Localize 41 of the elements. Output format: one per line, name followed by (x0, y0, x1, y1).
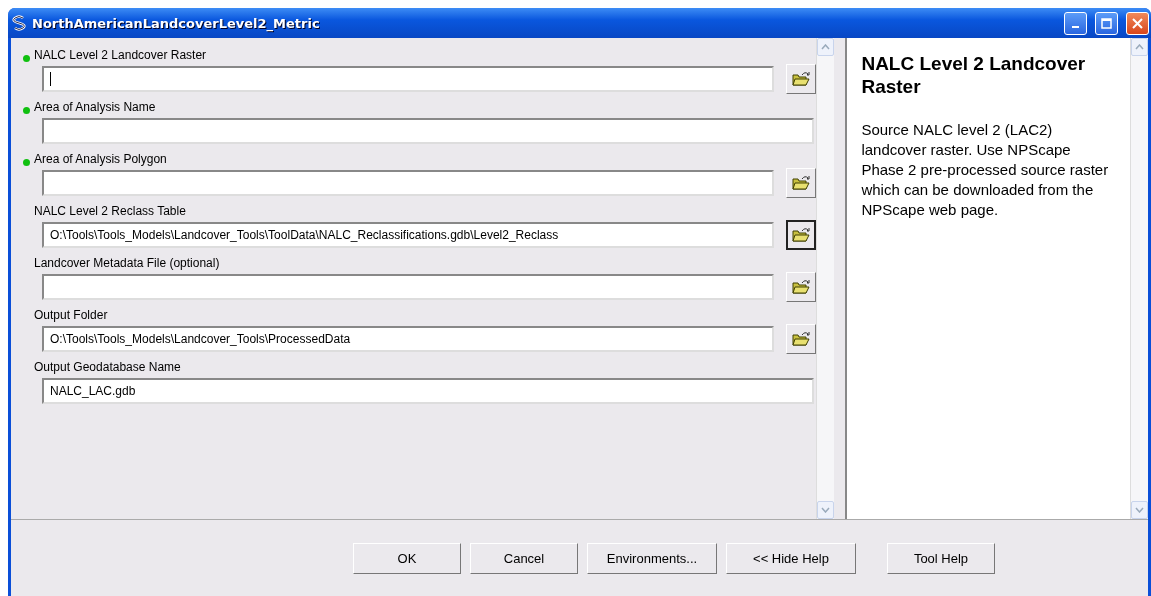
window-title: NorthAmericanLandcoverLevel2_Metric (32, 15, 321, 31)
scrollbar[interactable] (1130, 38, 1148, 519)
scroll-down-icon[interactable] (821, 507, 830, 513)
browse-button[interactable] (786, 220, 816, 250)
parameter-field[interactable] (42, 274, 774, 300)
tool-icon (12, 15, 26, 31)
dialog-button[interactable]: Environments... (587, 542, 717, 574)
dialog-button[interactable]: OK (353, 542, 461, 574)
close-button[interactable] (1126, 11, 1149, 35)
parameter-field[interactable]: O:\Tools\Tools_Models\Landcover_Tools\ProcessedData (42, 326, 774, 352)
folder-icon (792, 175, 810, 191)
folder-icon (792, 71, 810, 87)
scroll-up-icon[interactable] (821, 44, 830, 50)
parameter-label: Area of Analysis Polygon (34, 152, 167, 166)
scrollbar[interactable] (816, 38, 834, 519)
parameter-label: Output Geodatabase Name (34, 360, 181, 374)
minimize-button[interactable] (1064, 11, 1087, 35)
parameter-label: NALC Level 2 Reclass Table (34, 204, 186, 218)
folder-icon (792, 227, 810, 243)
dialog-button[interactable]: Cancel (470, 542, 578, 574)
maximize-icon (1101, 17, 1112, 29)
parameter-field[interactable]: NALC_LAC.gdb (42, 378, 814, 404)
folder-icon (792, 279, 810, 295)
minimize-icon (1072, 26, 1079, 28)
parameter-label: Landcover Metadata File (optional) (34, 256, 220, 270)
dialog-button[interactable]: Tool Help (887, 542, 995, 574)
parameter-label: Output Folder (34, 308, 108, 322)
dialog-button[interactable]: << Hide Help (726, 542, 856, 574)
scroll-down-icon[interactable] (1135, 507, 1144, 513)
parameter-label: NALC Level 2 Landcover Raster (34, 48, 207, 62)
folder-icon (792, 331, 810, 347)
help-text: Source NALC level 2 (LAC2) landcover raster. Use NPScape Phase 2 pre-processed source raster which can be downloaded from the NPScape web page. (861, 120, 1110, 220)
parameter-field[interactable] (42, 170, 774, 196)
parameter-field[interactable]: O:\Tools\Tools_Models\Landcover_Tools\ToolData\NALC_Reclassifications.gdb\Level2_Reclass (42, 222, 774, 248)
scroll-up-icon[interactable] (1135, 44, 1144, 50)
parameter-field[interactable] (42, 118, 814, 144)
parameter-field[interactable] (42, 66, 774, 92)
close-icon (1132, 17, 1143, 29)
help-title: NALC Level 2 Landcover Raster (861, 52, 1087, 98)
parameter-label: Area of Analysis Name (34, 100, 156, 114)
maximize-button[interactable] (1095, 11, 1118, 35)
